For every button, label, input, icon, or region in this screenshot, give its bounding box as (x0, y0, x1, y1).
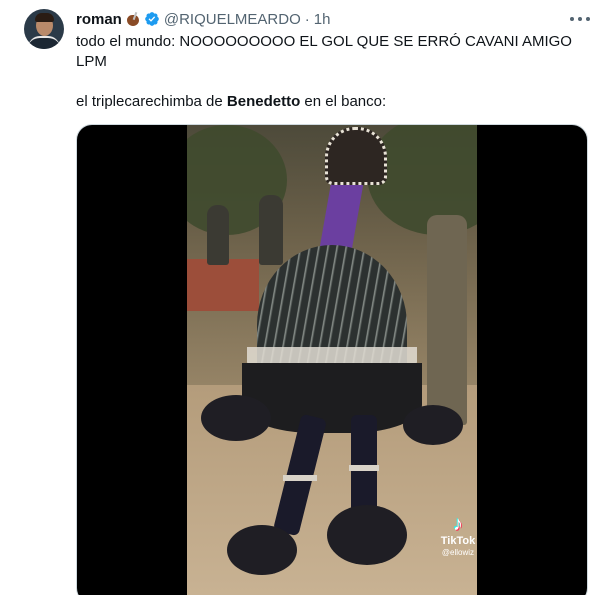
user-handle[interactable]: @RIQUELMEARDO (164, 11, 301, 28)
display-name[interactable]: roman (76, 11, 122, 28)
mate-icon (126, 11, 140, 26)
tweet-text-line2: el triplecarechimba de Benedetto en el b… (76, 92, 596, 112)
verified-icon (145, 12, 159, 26)
avatar[interactable] (24, 9, 64, 49)
tiktok-watermark: ♪ TikTok @ellowiz (433, 513, 483, 558)
tiktok-icon: ♪ (453, 513, 463, 535)
separator-dot: · (304, 10, 310, 28)
tweet[interactable]: roman @RIQUELMEARDO · 1h todo el mundo: … (0, 0, 616, 595)
timestamp[interactable]: 1h (314, 11, 331, 28)
tweet-text-part: el triplecarechimba de (76, 93, 227, 110)
tiktok-username: @ellowiz (441, 548, 475, 557)
more-icon[interactable] (570, 11, 590, 27)
tweet-text-line1: todo el mundo: NOOOOOOOOO EL GOL QUE SE … (76, 33, 572, 70)
mention-benedetto: Benedetto (226, 93, 301, 110)
tweet-header: roman @RIQUELMEARDO · 1h (76, 9, 330, 29)
tweet-text-part: en el banco: (300, 93, 387, 110)
video-player[interactable]: ♪ TikTok @ellowiz (76, 124, 588, 595)
tiktok-label: TikTok (440, 535, 476, 547)
